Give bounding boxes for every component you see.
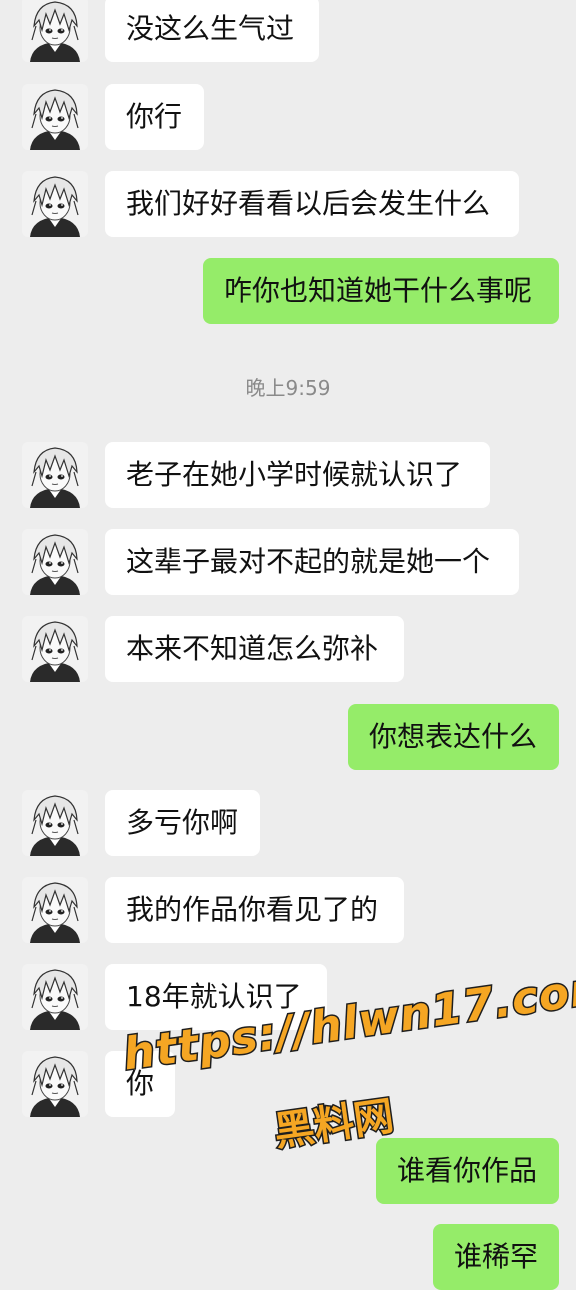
message-bubble-outgoing[interactable]: 咋你也知道她干什么事呢 (203, 258, 559, 324)
contact-avatar[interactable] (22, 964, 88, 1030)
message-bubble-incoming[interactable]: 你行 (105, 84, 204, 150)
message-bubble-incoming[interactable]: 你 (105, 1051, 175, 1117)
message-bubble-outgoing[interactable]: 谁看你作品 (376, 1138, 559, 1204)
message-bubble-incoming[interactable]: 没这么生气过 (105, 0, 319, 62)
contact-avatar[interactable] (22, 877, 88, 943)
contact-avatar[interactable] (22, 84, 88, 150)
message-bubble-incoming[interactable]: 我的作品你看见了的 (105, 877, 404, 943)
anime-avatar-icon (22, 529, 88, 595)
message-bubble-incoming[interactable]: 18年就认识了 (105, 964, 327, 1030)
contact-avatar[interactable] (22, 0, 88, 62)
message-bubble-incoming[interactable]: 本来不知道怎么弥补 (105, 616, 404, 682)
contact-avatar[interactable] (22, 171, 88, 237)
anime-avatar-icon (22, 84, 88, 150)
message-bubble-incoming[interactable]: 这辈子最对不起的就是她一个 (105, 529, 519, 595)
contact-avatar[interactable] (22, 616, 88, 682)
anime-avatar-icon (22, 964, 88, 1030)
time-divider: 晚上9:59 (245, 376, 331, 400)
message-bubble-incoming[interactable]: 多亏你啊 (105, 790, 260, 856)
contact-avatar[interactable] (22, 790, 88, 856)
anime-avatar-icon (22, 442, 88, 508)
contact-avatar[interactable] (22, 442, 88, 508)
message-bubble-outgoing[interactable]: 谁稀罕 (433, 1224, 559, 1290)
message-bubble-incoming[interactable]: 我们好好看看以后会发生什么 (105, 171, 519, 237)
anime-avatar-icon (22, 1051, 88, 1117)
anime-avatar-icon (22, 616, 88, 682)
anime-avatar-icon (22, 171, 88, 237)
contact-avatar[interactable] (22, 529, 88, 595)
anime-avatar-icon (22, 790, 88, 856)
anime-avatar-icon (22, 0, 88, 62)
message-bubble-incoming[interactable]: 老子在她小学时候就认识了 (105, 442, 490, 508)
contact-avatar[interactable] (22, 1051, 88, 1117)
message-bubble-outgoing[interactable]: 你想表达什么 (348, 704, 559, 770)
anime-avatar-icon (22, 877, 88, 943)
